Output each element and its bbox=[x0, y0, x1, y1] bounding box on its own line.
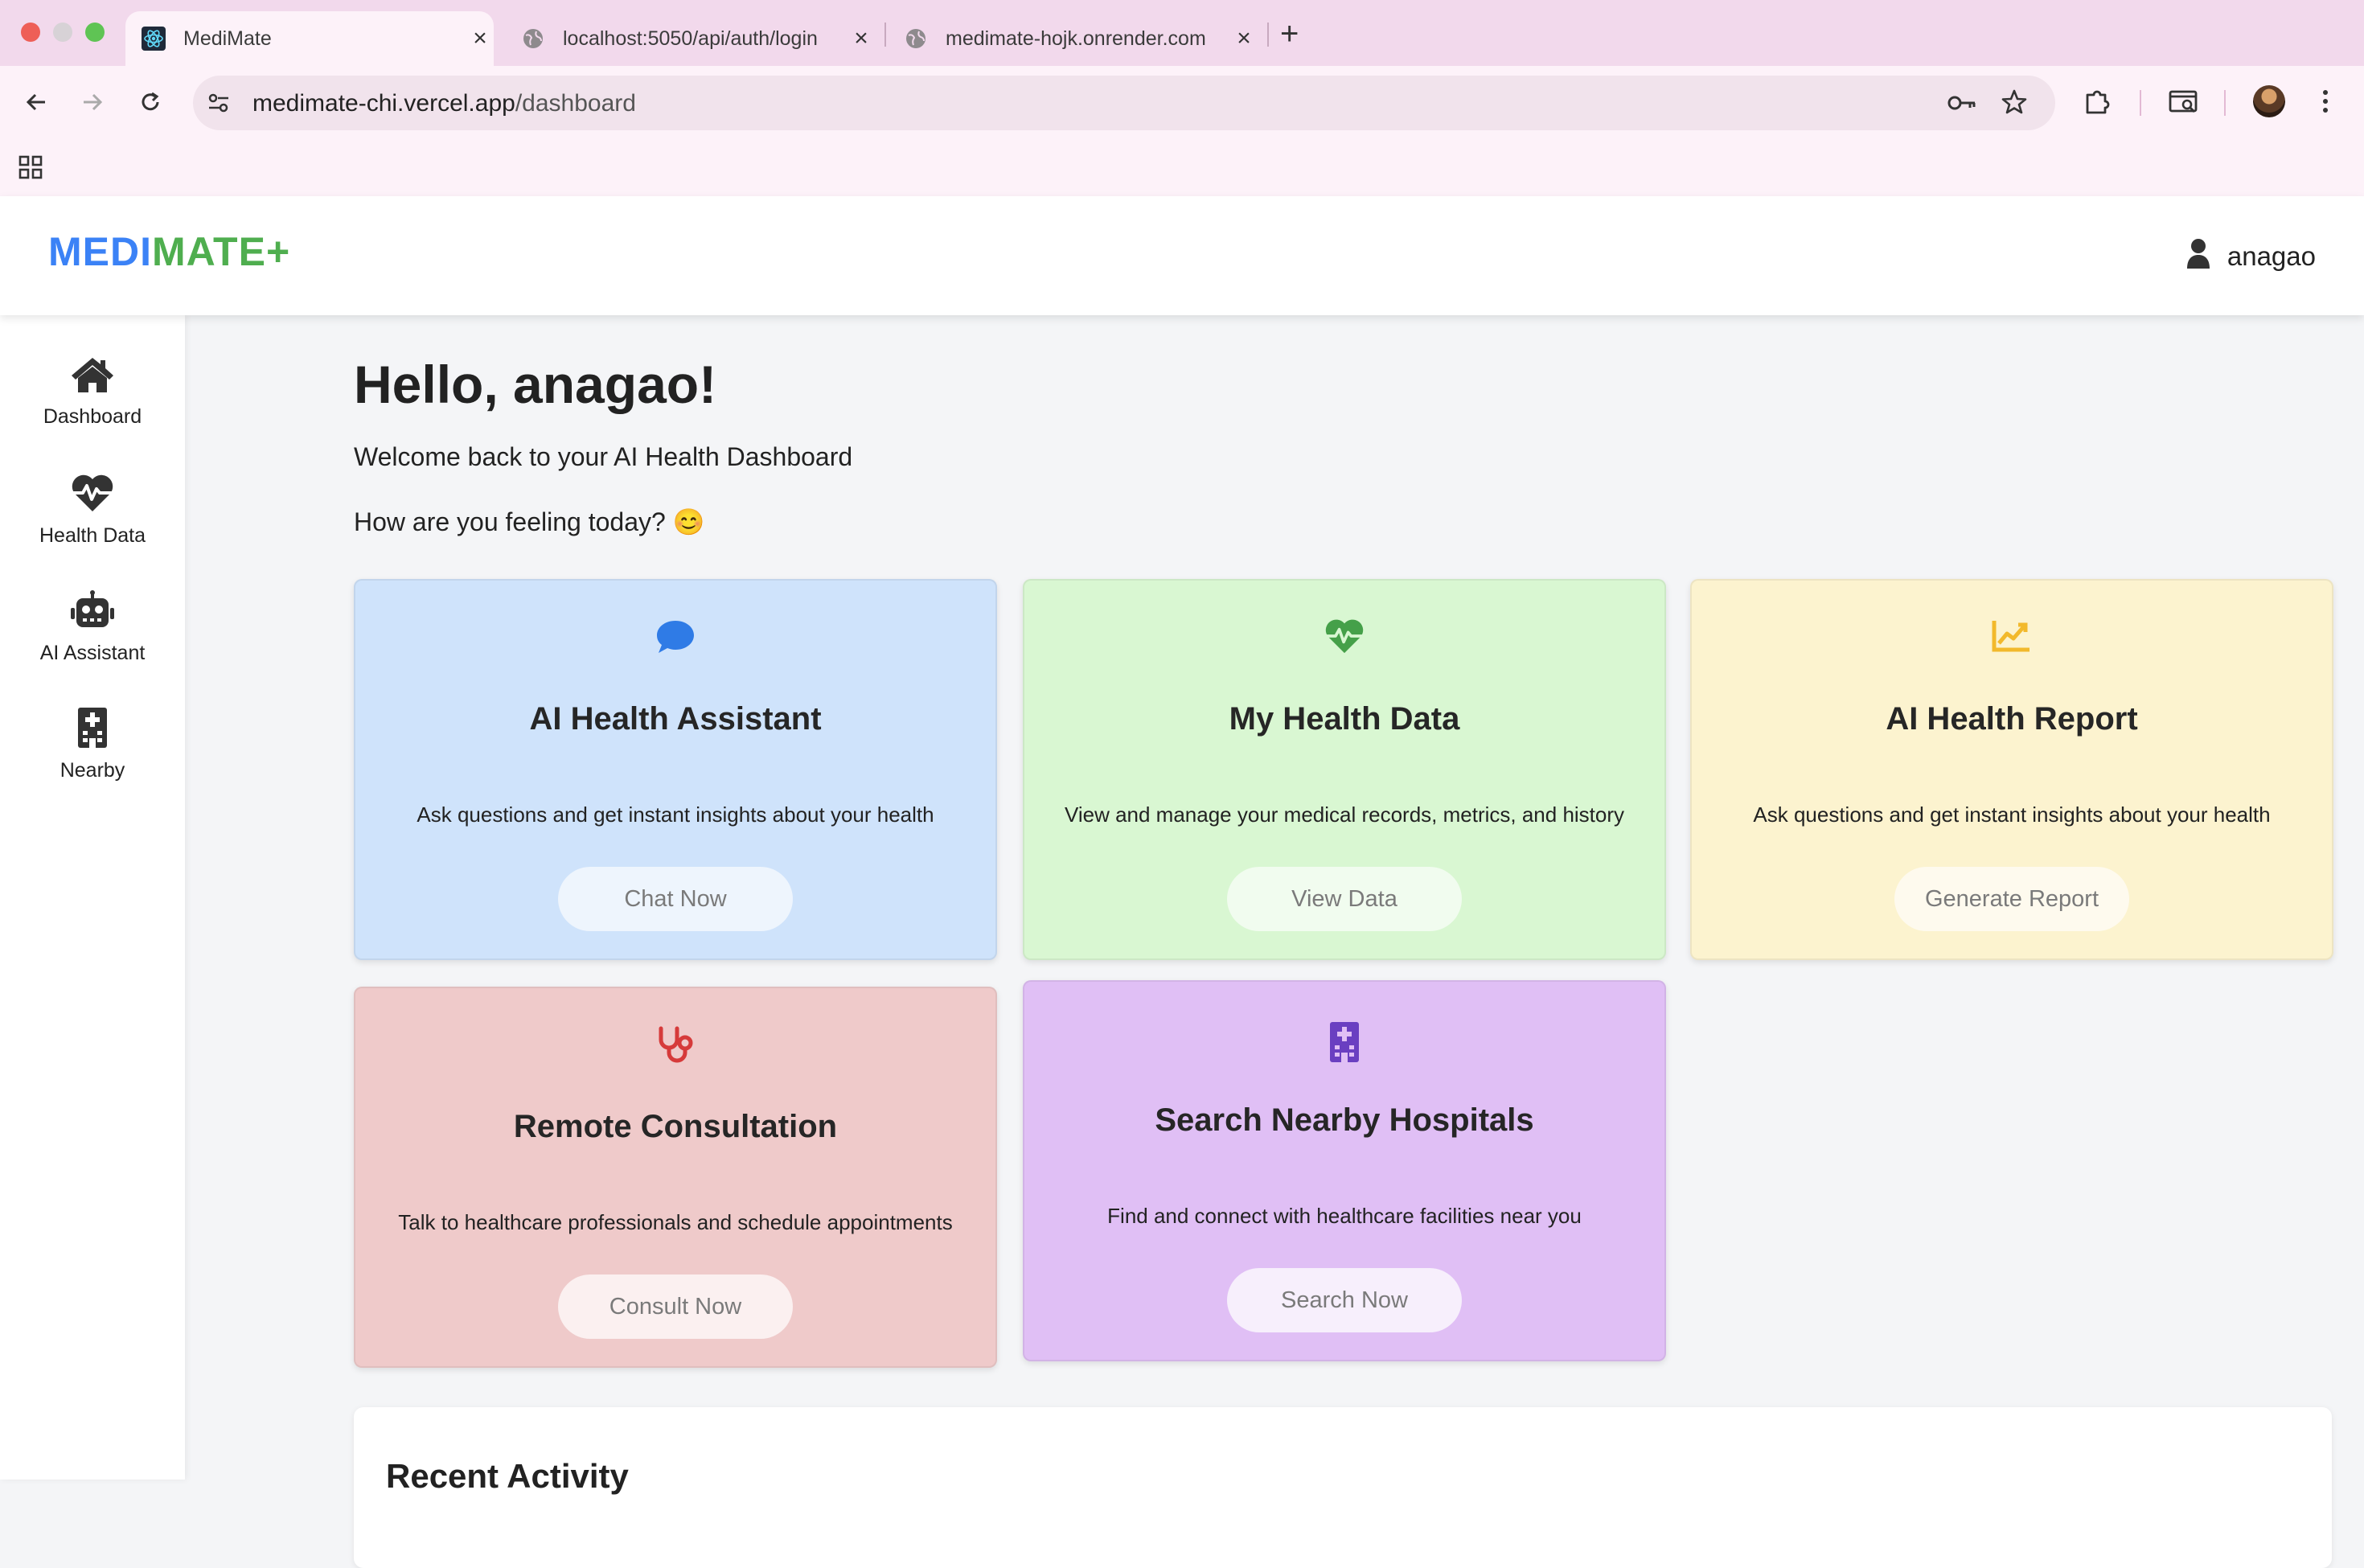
search-now-button[interactable]: Search Now bbox=[1227, 1268, 1462, 1332]
card-description: Ask questions and get instant insights a… bbox=[1753, 802, 2271, 827]
heartbeat-icon bbox=[72, 474, 113, 511]
browser-tab-strip: MediMate × localhost:5050/api/auth/login… bbox=[0, 0, 2364, 66]
card-title: AI Health Report bbox=[1886, 701, 2138, 737]
tab-title: MediMate bbox=[183, 27, 272, 50]
window-minimize-button[interactable] bbox=[53, 23, 72, 42]
card-remote-consultation: Remote Consultation Talk to healthcare p… bbox=[354, 987, 997, 1368]
logo-part-mate: MATE+ bbox=[152, 229, 291, 274]
browser-tab-medimate[interactable]: MediMate × bbox=[125, 11, 494, 66]
bookmarks-bar bbox=[0, 138, 2364, 198]
back-arrow-icon[interactable] bbox=[18, 84, 55, 121]
browser-tab-login[interactable]: localhost:5050/api/auth/login × bbox=[505, 11, 875, 66]
card-title: AI Health Assistant bbox=[529, 701, 822, 737]
tab-close-icon[interactable]: × bbox=[1230, 25, 1258, 52]
card-my-health-data: My Health Data View and manage your medi… bbox=[1023, 579, 1666, 960]
sidebar-item-dashboard[interactable]: Dashboard bbox=[0, 355, 185, 429]
card-description: Talk to healthcare professionals and sch… bbox=[398, 1210, 953, 1234]
app-header: MEDIMATE+ anagao bbox=[0, 196, 2364, 315]
hospital-icon bbox=[1330, 1022, 1359, 1062]
tab-title: localhost:5050/api/auth/login bbox=[563, 27, 818, 50]
sidebar-item-health-data[interactable]: Health Data bbox=[0, 473, 185, 548]
url-path: /dashboard bbox=[515, 90, 636, 117]
sidebar-item-label: AI Assistant bbox=[39, 642, 146, 664]
consult-now-button[interactable]: Consult Now bbox=[558, 1275, 793, 1339]
globe-icon bbox=[521, 27, 545, 51]
profile-avatar[interactable] bbox=[2253, 85, 2285, 117]
chart-line-icon bbox=[1992, 621, 2030, 652]
home-icon bbox=[72, 358, 113, 392]
globe-icon bbox=[904, 27, 928, 51]
card-description: View and manage your medical records, me… bbox=[1064, 802, 1625, 827]
greeting-heading: Hello, anagao! bbox=[354, 355, 717, 414]
tab-separator bbox=[884, 23, 886, 47]
url-host: medimate-chi.vercel.app bbox=[252, 90, 515, 117]
tab-close-icon[interactable]: × bbox=[466, 25, 494, 52]
sidebar: Dashboard Health Data AI Assistant Nearb… bbox=[0, 315, 185, 1480]
reload-icon[interactable] bbox=[132, 84, 169, 121]
card-ai-health-assistant: AI Health Assistant Ask questions and ge… bbox=[354, 579, 997, 960]
tab-title: medimate-hojk.onrender.com bbox=[946, 27, 1206, 50]
browser-tab-onrender[interactable]: medimate-hojk.onrender.com × bbox=[888, 11, 1258, 66]
user-menu[interactable]: anagao bbox=[2185, 238, 2316, 275]
sidebar-item-label: Dashboard bbox=[43, 405, 142, 428]
forward-arrow-icon[interactable] bbox=[74, 84, 111, 121]
url-text: medimate-chi.vercel.app/dashboard bbox=[252, 90, 636, 117]
card-title: My Health Data bbox=[1229, 701, 1460, 737]
recent-activity-heading: Recent Activity bbox=[386, 1457, 629, 1495]
toolbar-divider bbox=[2224, 90, 2226, 116]
new-tab-icon[interactable]: + bbox=[1280, 16, 1299, 52]
card-description: Ask questions and get instant insights a… bbox=[417, 802, 934, 827]
sidebar-item-label: Nearby bbox=[60, 759, 125, 782]
extensions-puzzle-icon[interactable] bbox=[2083, 87, 2112, 120]
bookmark-star-icon[interactable] bbox=[2001, 88, 2028, 120]
feeling-prompt: How are you feeling today? 😊 bbox=[354, 507, 705, 536]
heartbeat-icon bbox=[1325, 619, 1364, 654]
generate-report-button[interactable]: Generate Report bbox=[1894, 867, 2129, 931]
tab-close-icon[interactable]: × bbox=[848, 25, 875, 52]
chat-now-button[interactable]: Chat Now bbox=[558, 867, 793, 931]
recent-activity-panel: Recent Activity bbox=[354, 1407, 2332, 1568]
tab-separator bbox=[1267, 23, 1269, 47]
tab-search-icon[interactable] bbox=[2168, 87, 2200, 120]
browser-menu-icon[interactable] bbox=[2321, 87, 2330, 120]
card-title: Search Nearby Hospitals bbox=[1155, 1102, 1534, 1138]
card-search-nearby-hospitals: Search Nearby Hospitals Find and connect… bbox=[1023, 980, 1666, 1361]
welcome-subtitle: Welcome back to your AI Health Dashboard bbox=[354, 442, 853, 471]
logo-part-medi: MEDI bbox=[48, 229, 152, 274]
window-maximize-button[interactable] bbox=[85, 23, 105, 42]
window-close-button[interactable] bbox=[21, 23, 40, 42]
sidebar-item-ai-assistant[interactable]: AI Assistant bbox=[0, 590, 185, 665]
medimate-logo[interactable]: MEDIMATE+ bbox=[48, 228, 290, 275]
card-ai-health-report: AI Health Report Ask questions and get i… bbox=[1690, 579, 2333, 960]
user-name: anagao bbox=[2227, 241, 2316, 271]
password-key-icon[interactable] bbox=[1946, 90, 1978, 120]
sidebar-item-label: Health Data bbox=[39, 524, 146, 547]
toolbar-divider bbox=[2140, 90, 2141, 116]
address-bar[interactable]: medimate-chi.vercel.app/dashboard bbox=[193, 76, 2055, 130]
apps-grid-icon[interactable] bbox=[18, 154, 43, 184]
robot-icon bbox=[71, 590, 114, 627]
card-description: Find and connect with healthcare facilit… bbox=[1107, 1204, 1582, 1228]
site-settings-icon[interactable] bbox=[206, 90, 232, 120]
stethoscope-icon bbox=[659, 1026, 693, 1063]
card-title: Remote Consultation bbox=[513, 1109, 838, 1144]
sidebar-item-nearby[interactable]: Nearby bbox=[0, 706, 185, 782]
react-favicon-icon bbox=[142, 27, 166, 51]
hospital-icon bbox=[78, 708, 107, 748]
chat-bubble-icon bbox=[657, 621, 694, 653]
user-icon bbox=[2185, 238, 2211, 275]
browser-toolbar: medimate-chi.vercel.app/dashboard bbox=[0, 66, 2364, 138]
view-data-button[interactable]: View Data bbox=[1227, 867, 1462, 931]
